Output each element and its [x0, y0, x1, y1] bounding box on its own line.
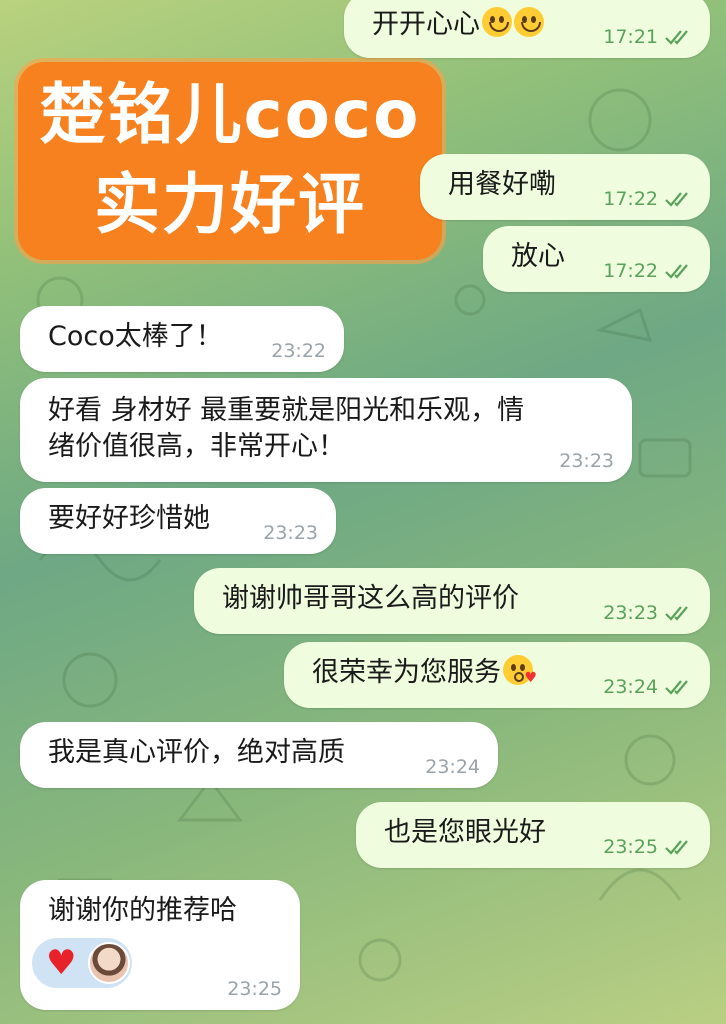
- reaction-bar[interactable]: ♥: [32, 938, 132, 988]
- message-time: 17:22: [603, 260, 658, 282]
- message-time: 17:22: [603, 188, 658, 210]
- double-check-icon: [665, 840, 688, 855]
- message-time: 23:22: [271, 340, 326, 362]
- message-text: 要好好珍惜她: [48, 503, 210, 534]
- double-check-icon: [665, 680, 688, 695]
- message-text: 开开心心: [372, 9, 480, 40]
- promo-banner: 楚铭儿coco 实力好评: [18, 62, 442, 260]
- message-text-line: 绪价值很高，非常开心！: [48, 431, 345, 462]
- message-outgoing[interactable]: 很荣幸为您服务 ♥ 23:24: [284, 642, 710, 708]
- double-check-icon: [665, 30, 688, 45]
- message-text: 我是真心评价，绝对高质: [48, 737, 345, 768]
- message-text: 谢谢你的推荐哈: [48, 895, 237, 926]
- message-outgoing[interactable]: 放心 17:22: [483, 226, 710, 292]
- message-time: 23:25: [603, 836, 658, 858]
- message-incoming[interactable]: 要好好珍惜她 23:23: [20, 488, 336, 554]
- message-outgoing[interactable]: 谢谢帅哥哥这么高的评价 23:23: [194, 568, 710, 634]
- message-text: 谢谢帅哥哥这么高的评价: [222, 583, 519, 614]
- banner-title: 楚铭儿coco: [39, 76, 421, 153]
- message-text: 放心: [511, 241, 565, 272]
- message-time: 23:25: [227, 978, 282, 1000]
- message-incoming[interactable]: 我是真心评价，绝对高质 23:24: [20, 722, 498, 788]
- message-incoming[interactable]: 好看 身材好 最重要就是阳光和乐观，情 绪价值很高，非常开心！ 23:23: [20, 378, 632, 482]
- message-incoming[interactable]: 谢谢你的推荐哈 ♥ 23:25: [20, 880, 300, 1010]
- heart-icon[interactable]: ♥: [46, 946, 76, 980]
- message-time: 23:23: [559, 450, 614, 472]
- smile-emoji-icon: [482, 7, 512, 37]
- message-time: 23:24: [425, 756, 480, 778]
- double-check-icon: [665, 264, 688, 279]
- message-text: Coco太棒了！: [48, 321, 223, 352]
- message-text-line: 好看 身材好 最重要就是阳光和乐观，情: [48, 395, 525, 426]
- double-check-icon: [665, 192, 688, 207]
- message-time: 23:24: [603, 676, 658, 698]
- banner-subtitle: 实力好评: [94, 166, 366, 243]
- message-time: 17:21: [603, 26, 658, 48]
- message-text: 很荣幸为您服务: [312, 657, 501, 688]
- smile-emoji-icon: [514, 7, 544, 37]
- message-incoming[interactable]: Coco太棒了！ 23:22: [20, 306, 344, 372]
- message-time: 23:23: [263, 522, 318, 544]
- message-outgoing[interactable]: 也是您眼光好 23:25: [356, 802, 710, 868]
- message-time: 23:23: [603, 602, 658, 624]
- message-outgoing[interactable]: 开开心心 17:21: [344, 0, 710, 58]
- avatar[interactable]: [88, 942, 130, 984]
- message-outgoing[interactable]: 用餐好嘞 17:22: [420, 154, 710, 220]
- kiss-emoji-icon: ♥: [503, 655, 537, 685]
- message-text: 也是您眼光好: [384, 817, 546, 848]
- double-check-icon: [665, 606, 688, 621]
- message-text: 用餐好嘞: [448, 169, 556, 200]
